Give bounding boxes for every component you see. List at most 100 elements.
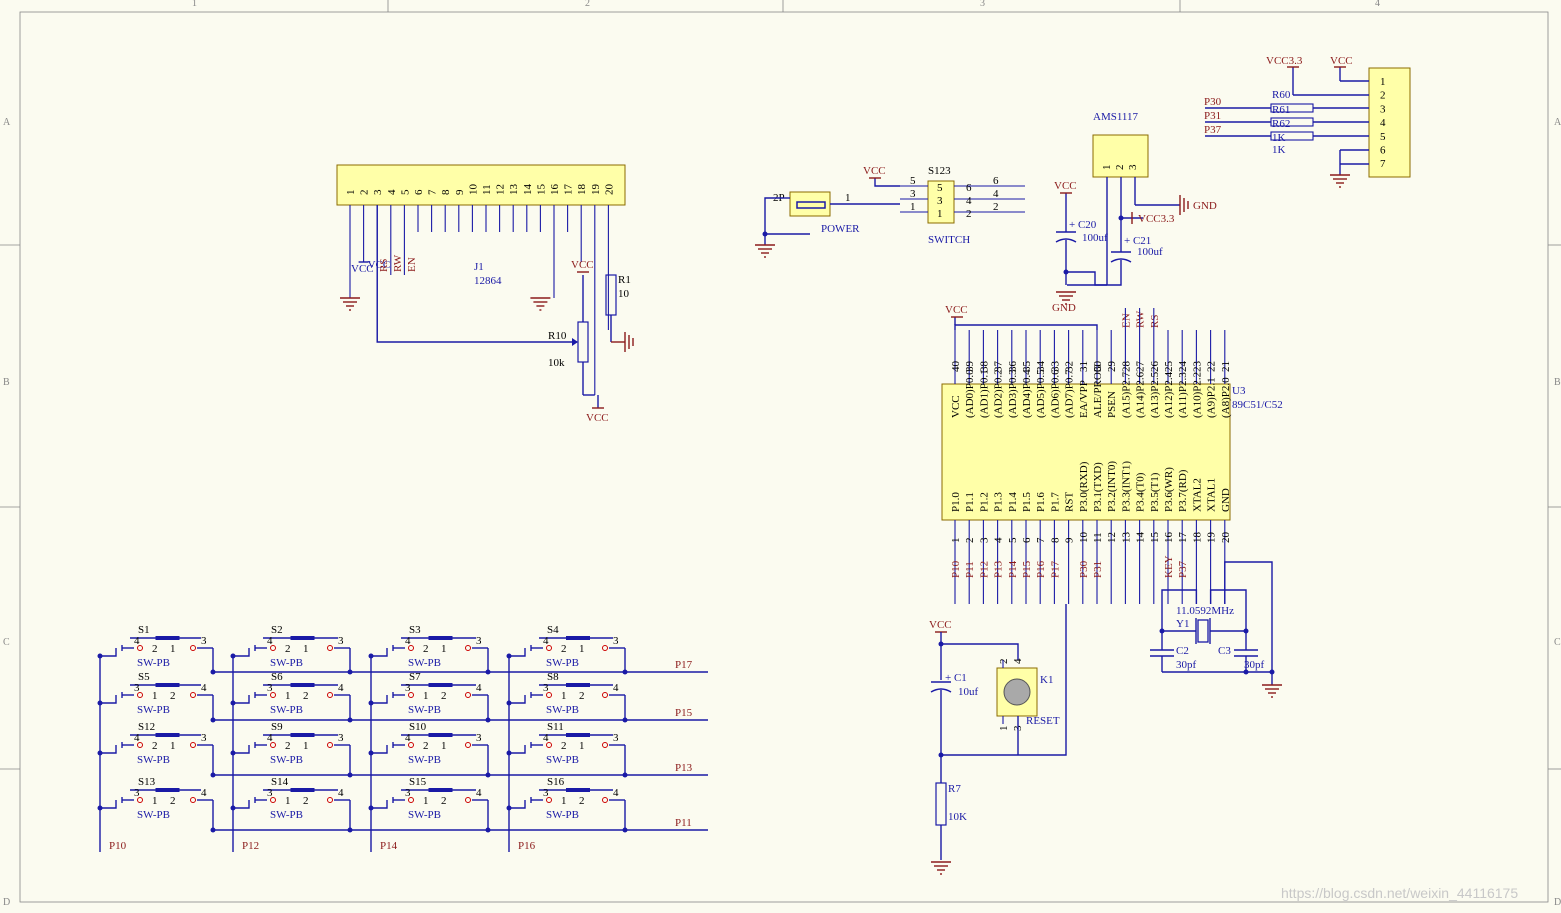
mcu-pin-number: 2 — [964, 538, 976, 544]
mcu-net-label: P31 — [1092, 561, 1104, 578]
vcc-label: VCC — [863, 165, 886, 177]
net-label-vcc: VCC — [351, 263, 374, 275]
lcd-value: 12864 — [474, 275, 502, 287]
header-pin-number: 4 — [1380, 117, 1386, 129]
frame-row: C — [1554, 637, 1561, 648]
col-tap — [100, 800, 117, 809]
lcd-pin-number: 5 — [399, 189, 411, 195]
switch-button — [155, 733, 180, 737]
lcd-pin-number: 1 — [345, 190, 357, 196]
mcu-pin-number: 15 — [1149, 532, 1161, 544]
mcu-pin-name: P3.7(RD) — [1177, 469, 1189, 512]
reset-button-cap — [1003, 678, 1031, 706]
frame-row: B — [3, 377, 10, 388]
lcd-pin-number: 9 — [454, 189, 466, 195]
junction-dot — [938, 752, 944, 758]
mcu-pin-number: 19 — [1206, 532, 1218, 544]
switch-type: SW-PB — [546, 754, 579, 766]
mcu-pin-name: (A9)P2.1 — [1206, 377, 1218, 418]
pin-number: 3 — [201, 635, 207, 647]
pin-number: 3 — [405, 787, 411, 799]
col-tap — [100, 695, 117, 704]
mcu-pin-name: (AD2)P0.2 — [993, 369, 1005, 418]
vcc-wire — [874, 178, 900, 187]
frame-row: B — [1554, 377, 1561, 388]
pin-number: 5 — [937, 182, 943, 194]
switch-ref: S13 — [138, 776, 156, 788]
vcc-label: VCC — [929, 619, 952, 631]
frame-row: D — [1554, 897, 1561, 908]
mcu-pin-number: 11 — [1092, 532, 1104, 543]
mcu-pin-number: 18 — [1191, 532, 1203, 544]
mcu-pin-number: 16 — [1163, 532, 1175, 544]
mcu-pin-number: 10 — [1078, 532, 1090, 544]
switch-ref: S16 — [547, 776, 565, 788]
pin-number: 4 — [613, 682, 619, 694]
k1-ref: K1 — [1040, 674, 1053, 686]
lcd-pin-number: 19 — [590, 184, 602, 196]
jack-label: POWER — [821, 223, 860, 235]
switch-button — [428, 636, 453, 640]
pin-number: 1 — [303, 643, 309, 655]
junction-dot — [938, 641, 944, 647]
switch-ref: S2 — [271, 624, 283, 636]
pin-number: 3 — [543, 787, 549, 799]
c2-ref: C2 — [1176, 645, 1189, 657]
lcd-pin-number: 2 — [359, 190, 371, 196]
mcu-pin-name: (AD0)P0.0 — [964, 369, 976, 418]
mcu-pin-name: P1.2 — [978, 492, 990, 512]
vcc-label: VCC — [1054, 180, 1077, 192]
pin-number: 4 — [267, 635, 273, 647]
switch-ref: S3 — [409, 624, 421, 636]
switch-ref: S12 — [138, 721, 155, 733]
switch-contact — [602, 742, 608, 748]
lcd-pin-number: 4 — [386, 189, 398, 195]
switch-button — [428, 683, 453, 687]
mcu-pin-number: 17 — [1177, 532, 1189, 544]
pin-number: 1 — [579, 643, 585, 655]
vcc-label: VCC — [1330, 55, 1353, 67]
mcu-pin-number: 20 — [1220, 532, 1232, 544]
lcd-ref: J1 — [474, 261, 484, 273]
mcu-pin-number: 22 — [1206, 361, 1218, 372]
pin-number: 1 — [423, 690, 429, 702]
c21-value: 100uf — [1137, 246, 1163, 258]
pin-number: 2 — [423, 740, 429, 752]
pin-number: 4 — [338, 682, 344, 694]
pin-number: 4 — [966, 195, 972, 207]
mcu-pin-name: (A12)P2.4 — [1163, 371, 1175, 418]
header-pin-number: 6 — [1380, 145, 1386, 157]
mcu-pin-number: 7 — [1035, 537, 1047, 543]
mcu-pin-name: (A8)P2.0 — [1220, 377, 1232, 418]
col-tap — [371, 695, 388, 704]
lcd-pin-number: 12 — [495, 184, 507, 195]
switch-contact — [327, 797, 333, 803]
switch-contact — [190, 797, 196, 803]
vcc-label: VCC — [586, 412, 609, 424]
mcu-pin-name: P1.0 — [950, 492, 962, 512]
switch-type: SW-PB — [408, 657, 441, 669]
pin-number: 4 — [405, 635, 411, 647]
pin-number: 4 — [405, 732, 411, 744]
header-pin-number: 7 — [1380, 158, 1386, 170]
frame-row: A — [3, 117, 11, 128]
net-label-rs: RS — [378, 259, 390, 272]
switch-type: SW-PB — [408, 704, 441, 716]
col-tap — [100, 745, 117, 754]
pin-number: 2 — [441, 795, 447, 807]
switch-type: SW-PB — [137, 809, 170, 821]
switch-button — [155, 683, 180, 687]
pin-number: 2 — [579, 690, 585, 702]
frame-row: D — [3, 897, 10, 908]
header-net-label: P37 — [1204, 124, 1222, 136]
mcu-net-label: P17 — [1049, 560, 1061, 578]
mcu-pin-name: RST — [1064, 492, 1076, 512]
watermark: https://blog.csdn.net/weixin_44116175 — [1281, 885, 1518, 901]
row-net-label: P11 — [675, 817, 692, 829]
pin-number: 6 — [993, 175, 999, 187]
pin-number: 3 — [910, 188, 916, 200]
frame-col: 3 — [980, 0, 985, 9]
c1-value: 10uf — [958, 686, 979, 698]
header-net-label: P31 — [1204, 110, 1221, 122]
switch-type: SW-PB — [408, 754, 441, 766]
